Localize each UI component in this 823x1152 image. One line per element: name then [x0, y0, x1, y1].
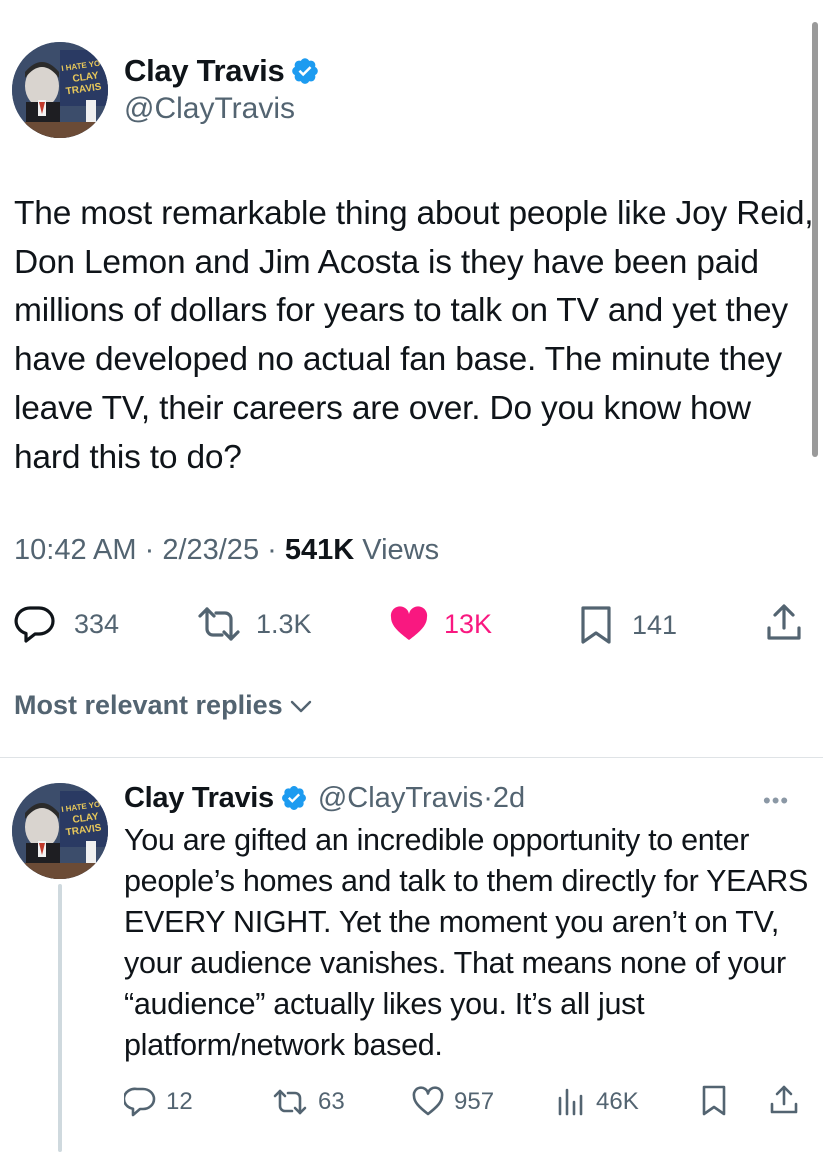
bookmark-count: 141 — [632, 609, 678, 640]
like-count: 13K — [444, 608, 493, 639]
more-icon[interactable]: ••• — [763, 788, 789, 814]
reply-like-button[interactable]: 957 — [412, 1086, 494, 1118]
reply-like-count: 957 — [454, 1088, 495, 1115]
reply-repost-count: 63 — [318, 1088, 345, 1115]
bookmark-icon — [581, 606, 611, 644]
author-avatar[interactable]: I HATE YOU CLAY TRAVIS — [12, 42, 108, 138]
views-count: 541K — [284, 534, 355, 566]
reply-header: Clay Travis @ClayTravis · 2d — [124, 778, 525, 818]
bookmark-button[interactable]: 141 — [578, 604, 677, 646]
replies-sort-label: Most relevant replies — [14, 690, 283, 720]
author-name[interactable]: Clay Travis — [124, 53, 285, 89]
meta-separator: · — [259, 534, 285, 566]
meta-separator: · — [483, 781, 493, 814]
tweet-actions: 334 1.3K 13K 141 — [0, 600, 823, 648]
repost-icon — [273, 1089, 307, 1115]
share-icon — [770, 1085, 798, 1114]
reply-repost-button[interactable]: 63 — [272, 1086, 345, 1118]
verified-badge-icon — [280, 784, 308, 812]
meta-separator: · — [136, 534, 163, 566]
tweet-text: The most remarkable thing about people l… — [14, 195, 814, 476]
reply-author-avatar[interactable]: I HATE YOU CLAY TRAVIS — [12, 783, 108, 879]
reply-reply-count: 12 — [166, 1088, 193, 1115]
reply-icon — [14, 606, 55, 643]
reply-author-handle[interactable]: @ClayTravis — [318, 782, 483, 815]
reply-button[interactable]: 334 — [14, 604, 119, 644]
repost-count: 1.3K — [256, 608, 312, 639]
reply-bookmark-button[interactable] — [700, 1084, 728, 1118]
reply-author-name[interactable]: Clay Travis — [124, 782, 274, 815]
reply-views-button[interactable]: 46K — [556, 1086, 639, 1118]
tweet-time[interactable]: 10:42 AM — [14, 534, 137, 566]
reply-text: You are gifted an incredible opportunity… — [124, 823, 809, 1062]
like-icon — [390, 606, 428, 640]
reply-share-button[interactable] — [768, 1083, 800, 1117]
bookmark-icon — [702, 1085, 726, 1116]
reply-actions: 12 63 957 46K — [0, 1080, 823, 1124]
chevron-down-icon — [290, 700, 311, 712]
divider — [0, 757, 823, 758]
reply-icon — [124, 1087, 156, 1117]
replies-sort-dropdown[interactable]: Most relevant replies — [14, 690, 313, 721]
author-handle[interactable]: @ClayTravis — [124, 92, 295, 126]
reply-time-ago[interactable]: 2d — [493, 782, 525, 815]
views-icon — [558, 1088, 583, 1116]
share-icon — [767, 604, 801, 640]
like-button[interactable]: 13K — [388, 604, 492, 644]
tweet-date[interactable]: 2/23/25 — [162, 534, 259, 566]
reply-reply-button[interactable]: 12 — [124, 1086, 193, 1118]
repost-icon — [198, 607, 240, 641]
reply-count: 334 — [74, 608, 120, 639]
tweet-meta: 10:42 AM · 2/23/25 · 541K Views — [14, 534, 439, 567]
reply-views-count: 46K — [596, 1088, 639, 1115]
like-icon — [412, 1086, 444, 1116]
share-button[interactable] — [764, 602, 804, 644]
verified-badge-icon — [290, 56, 320, 86]
repost-button[interactable]: 1.3K — [196, 604, 312, 644]
views-label: Views — [362, 534, 440, 566]
